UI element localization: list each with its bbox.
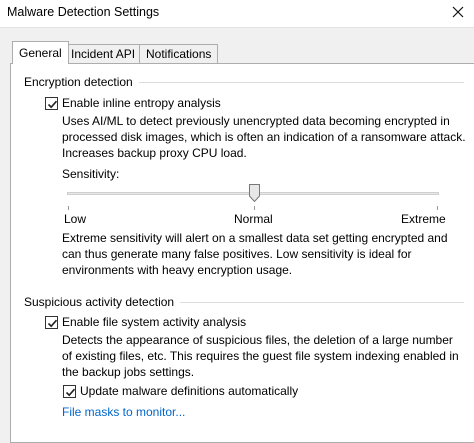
- suspicious-description-line: the backup jobs settings.: [62, 365, 195, 379]
- inline-entropy-label[interactable]: Enable inline entropy analysis: [62, 96, 221, 110]
- tab-notifications-label: Notifications: [146, 47, 212, 61]
- update-definitions-checkbox[interactable]: [63, 385, 76, 398]
- suspicious-description-line: Detects the appearance of suspicious fil…: [62, 333, 453, 347]
- encryption-description-line: processed disk images, which is often an…: [62, 130, 466, 144]
- slider-max-label: Extreme: [401, 212, 446, 226]
- sensitivity-note-line: Extreme sensitivity will alert on a smal…: [62, 231, 448, 245]
- sensitivity-slider-thumb[interactable]: [249, 184, 260, 203]
- sensitivity-label: Sensitivity:: [62, 167, 120, 181]
- suspicious-group-title: Suspicious activity detection: [24, 295, 181, 309]
- tab-general[interactable]: General: [12, 41, 69, 64]
- suspicious-description-line: of existing files, etc. This requires th…: [62, 349, 459, 363]
- close-icon[interactable]: [450, 4, 466, 20]
- tab-incident-api[interactable]: Incident API: [64, 44, 143, 63]
- sensitivity-note-line: can thus generate many false positives. …: [62, 247, 412, 261]
- slider-tick: [68, 206, 69, 210]
- encryption-description-line: Increases backup proxy CPU load.: [62, 146, 247, 160]
- title-bar: Malware Detection Settings: [0, 0, 474, 28]
- inline-entropy-checkbox[interactable]: [45, 97, 58, 110]
- encryption-description-line: Uses AI/ML to detect previously unencryp…: [62, 114, 450, 128]
- tab-general-label: General: [19, 46, 62, 60]
- fs-activity-label[interactable]: Enable file system activity analysis: [62, 315, 246, 329]
- file-masks-link[interactable]: File masks to monitor...: [62, 405, 185, 419]
- tab-notifications[interactable]: Notifications: [139, 44, 219, 63]
- window-title: Malware Detection Settings: [7, 5, 160, 19]
- slider-tick: [437, 206, 438, 210]
- slider-tick: [254, 206, 255, 210]
- checkmark-icon: [47, 319, 58, 328]
- suspicious-description: Detects the appearance of suspicious fil…: [62, 332, 459, 380]
- checkmark-icon: [47, 100, 58, 109]
- slider-mid-label: Normal: [234, 212, 273, 226]
- slider-min-label: Low: [64, 212, 87, 226]
- sensitivity-note-line: environments with heavy encryption usage…: [62, 263, 293, 277]
- update-definitions-label[interactable]: Update malware definitions automatically: [80, 384, 298, 398]
- checkmark-icon: [65, 388, 76, 397]
- tab-incident-api-label: Incident API: [71, 47, 136, 61]
- encryption-group-title: Encryption detection: [24, 75, 139, 89]
- fs-activity-checkbox[interactable]: [45, 316, 58, 329]
- sensitivity-note: Extreme sensitivity will alert on a smal…: [62, 230, 448, 278]
- encryption-description: Uses AI/ML to detect previously unencryp…: [62, 113, 466, 161]
